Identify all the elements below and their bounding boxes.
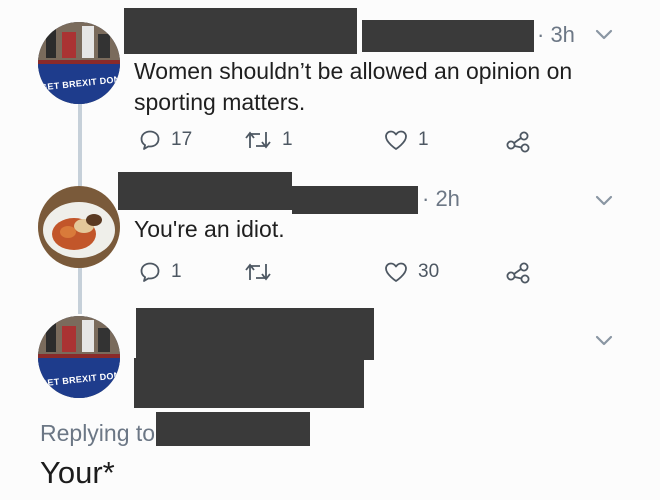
like-icon bbox=[385, 130, 407, 150]
like-count: 30 bbox=[418, 261, 440, 282]
tweet-text: You're an idiot. bbox=[134, 214, 604, 245]
avatar[interactable] bbox=[38, 186, 120, 268]
reply-icon bbox=[140, 130, 160, 150]
retweet-icon bbox=[245, 263, 271, 281]
reply-button[interactable]: 1 bbox=[138, 260, 182, 284]
reply-button[interactable]: 17 bbox=[138, 128, 192, 152]
share-button[interactable] bbox=[505, 259, 531, 285]
redacted-display-name bbox=[136, 308, 374, 360]
tweet-timestamp[interactable]: · 3h bbox=[537, 22, 575, 48]
thread-line-1 bbox=[78, 102, 82, 188]
reply-icon bbox=[140, 262, 160, 282]
redacted-handle bbox=[362, 20, 534, 52]
redacted-reply-handle[interactable] bbox=[156, 412, 310, 446]
retweet-count: 1 bbox=[282, 129, 293, 150]
avatar-image bbox=[38, 186, 120, 268]
chevron-down-icon[interactable] bbox=[595, 335, 613, 347]
tweet-text-content: Women shouldn’t be allowed an opinion on… bbox=[134, 58, 573, 115]
like-button[interactable]: 30 bbox=[383, 260, 439, 284]
retweet-button[interactable] bbox=[243, 260, 282, 284]
share-icon bbox=[506, 131, 530, 153]
like-icon bbox=[385, 262, 407, 282]
retweet-button[interactable]: 1 bbox=[243, 128, 293, 152]
avatar[interactable]: GET BREXIT DONE bbox=[38, 22, 120, 104]
redacted-display-name bbox=[124, 8, 357, 54]
reply-count: 17 bbox=[171, 129, 193, 150]
redacted-display-name bbox=[118, 172, 292, 210]
share-icon bbox=[506, 262, 530, 284]
avatar-image bbox=[38, 22, 120, 104]
reply-text: Your* bbox=[40, 455, 115, 490]
share-button[interactable] bbox=[505, 128, 531, 154]
thread-line-2 bbox=[78, 266, 82, 314]
reply-count: 1 bbox=[171, 261, 182, 282]
like-count: 1 bbox=[418, 129, 429, 150]
tweet-text-content: You're an idiot. bbox=[134, 216, 285, 242]
like-button[interactable]: 1 bbox=[383, 128, 429, 152]
avatar[interactable]: GET BREXIT DONE bbox=[38, 316, 120, 398]
tweet-text: Women shouldn’t be allowed an opinion on… bbox=[134, 56, 604, 118]
redacted-handle bbox=[292, 186, 418, 214]
chevron-down-icon[interactable] bbox=[595, 29, 613, 41]
retweet-icon bbox=[245, 131, 271, 149]
replying-to-label: Replying to bbox=[40, 420, 156, 446]
chevron-down-icon[interactable] bbox=[595, 195, 613, 207]
tweet-timestamp[interactable]: · 2h bbox=[422, 186, 460, 212]
redacted-handle bbox=[134, 358, 364, 408]
